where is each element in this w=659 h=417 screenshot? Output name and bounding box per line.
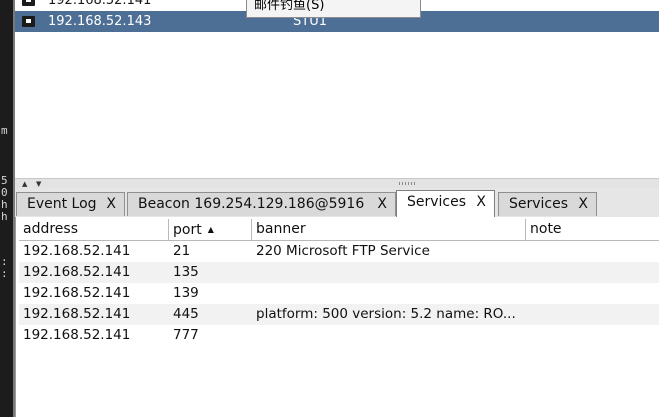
- tab-event-log[interactable]: Event Log X: [16, 192, 125, 216]
- column-header-port[interactable]: port ▲: [169, 219, 252, 240]
- cell-port: 135: [173, 264, 199, 280]
- drag-grip-icon[interactable]: [399, 182, 417, 185]
- cell-address: 192.168.52.141: [23, 306, 131, 322]
- strip-char: m: [1, 124, 8, 137]
- table-row[interactable]: 192.168.52.141 777: [19, 325, 659, 346]
- cell-port: 139: [173, 285, 199, 301]
- tab-bar: Event Log X Beacon 169.254.129.186@5916 …: [15, 188, 659, 218]
- windows-host-icon: [22, 16, 35, 27]
- left-terminal-strip: m 5 0 h h : :: [0, 0, 13, 417]
- close-icon[interactable]: X: [476, 191, 486, 213]
- cell-port: 21: [173, 243, 191, 259]
- tab-label: Beacon 169.254.129.186@5916: [138, 196, 365, 212]
- tab-beacon[interactable]: Beacon 169.254.129.186@5916 X: [127, 192, 396, 216]
- tab-services[interactable]: Services X: [498, 192, 597, 216]
- close-icon[interactable]: X: [377, 193, 387, 215]
- cell-port: 777: [173, 327, 199, 343]
- column-header-note[interactable]: note: [526, 219, 659, 240]
- cell-port: 445: [173, 306, 199, 322]
- cell-address: 192.168.52.141: [23, 327, 131, 343]
- tab-label: Services: [407, 194, 467, 210]
- table-header: address port ▲ banner note: [19, 219, 659, 241]
- close-icon[interactable]: X: [578, 193, 588, 215]
- context-menu: 邮件钓鱼(S): [246, 0, 421, 18]
- tab-label: Services: [509, 196, 569, 212]
- cell-address: 192.168.52.141: [23, 243, 131, 259]
- cobalt-strike-window: m 5 0 h h : : 192.168.52.141 192.168.52.…: [0, 0, 659, 417]
- table-row[interactable]: 192.168.52.141 445 platform: 500 version…: [19, 304, 659, 325]
- target-ip: 192.168.52.143: [48, 14, 152, 29]
- cell-address: 192.168.52.141: [23, 264, 131, 280]
- column-label: note: [530, 221, 562, 237]
- targets-table: 192.168.52.141 192.168.52.143 STU1: [15, 0, 659, 178]
- collapse-down-icon[interactable]: ▼: [36, 180, 41, 188]
- cell-banner: platform: 500 version: 5.2 name: RO...: [256, 306, 516, 322]
- windows-host-icon: [22, 0, 35, 6]
- menu-item-spear-phish[interactable]: 邮件钓鱼(S): [254, 0, 324, 13]
- column-label: address: [23, 221, 79, 237]
- cell-banner: 220 Microsoft FTP Service: [256, 243, 430, 259]
- tab-services-active[interactable]: Services X: [396, 190, 495, 218]
- table-row[interactable]: 192.168.52.141 139: [19, 283, 659, 304]
- column-header-banner[interactable]: banner: [252, 219, 526, 240]
- sort-ascending-icon: ▲: [207, 225, 214, 234]
- column-label: port: [173, 222, 202, 238]
- table-row[interactable]: 192.168.52.141 21 220 Microsoft FTP Serv…: [19, 241, 659, 262]
- services-panel: address port ▲ banner note 192.168.52.141…: [15, 217, 659, 417]
- strip-char: :: [1, 267, 8, 280]
- column-label: banner: [256, 221, 306, 237]
- tab-label: Event Log: [27, 196, 97, 212]
- close-icon[interactable]: X: [106, 193, 116, 215]
- collapse-up-icon[interactable]: ▲: [22, 180, 27, 188]
- table-row[interactable]: 192.168.52.141 135: [19, 262, 659, 283]
- cell-address: 192.168.52.141: [23, 285, 131, 301]
- target-ip: 192.168.52.141: [48, 0, 152, 8]
- strip-char: h: [1, 210, 8, 223]
- column-header-address[interactable]: address: [19, 219, 169, 240]
